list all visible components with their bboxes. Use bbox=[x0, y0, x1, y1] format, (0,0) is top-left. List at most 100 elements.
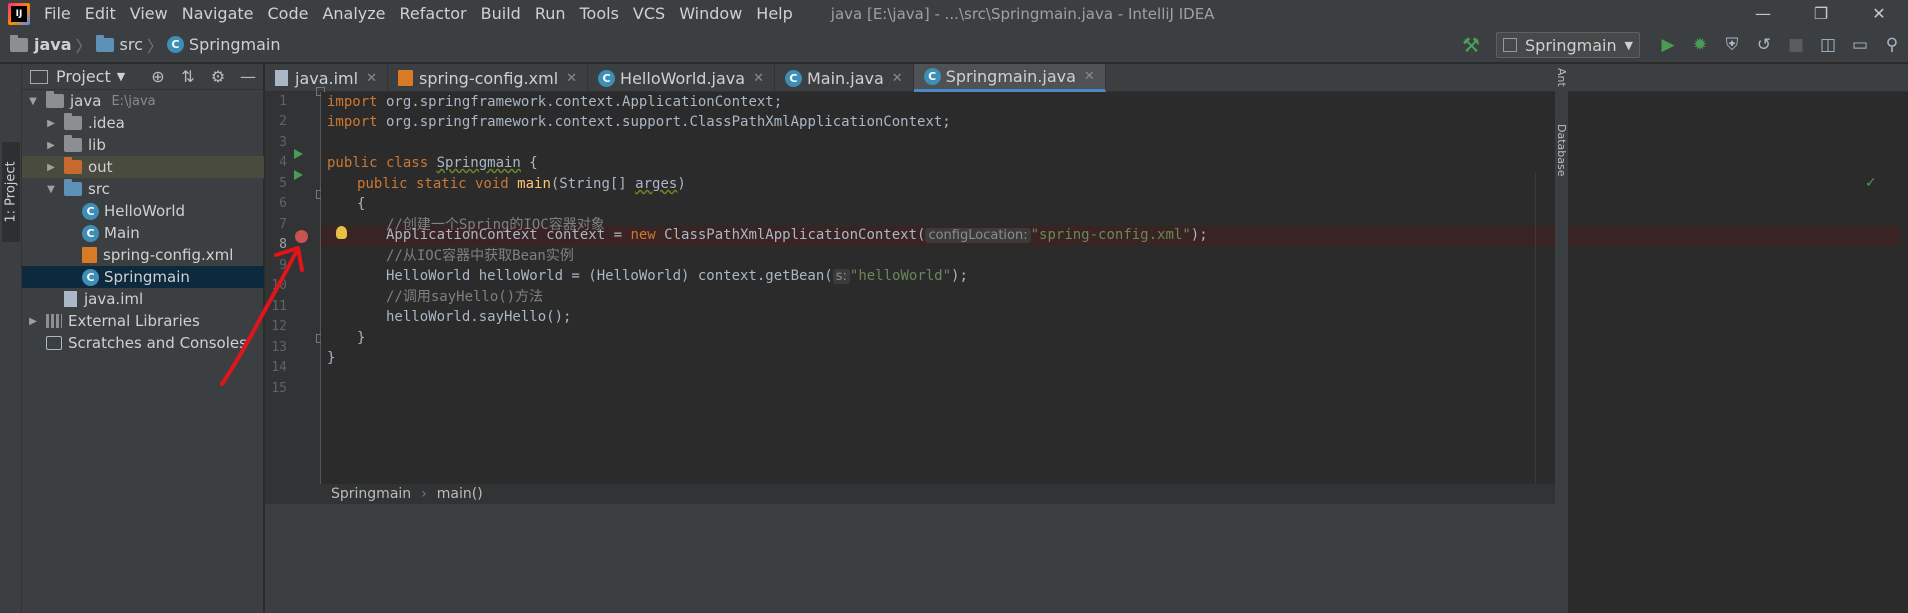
line-number: 10 bbox=[271, 278, 287, 293]
stop-icon[interactable]: ■ bbox=[1780, 35, 1812, 55]
profile-icon[interactable]: ↺ bbox=[1748, 35, 1780, 55]
menu-analyze[interactable]: Analyze bbox=[322, 4, 385, 23]
tree-item-springmain[interactable]: C Springmain bbox=[22, 266, 264, 288]
tab-java-iml[interactable]: java.iml ✕ bbox=[265, 64, 388, 92]
menu-code[interactable]: Code bbox=[268, 4, 309, 23]
tree-item-main[interactable]: C Main bbox=[22, 222, 264, 244]
restore-icon[interactable]: ❐ bbox=[1792, 0, 1850, 27]
code-token: import bbox=[327, 114, 378, 130]
chevron-down-icon[interactable]: ▼ bbox=[117, 70, 125, 83]
debug-bug-icon[interactable]: ✹ bbox=[1684, 35, 1716, 55]
menu-help[interactable]: Help bbox=[756, 4, 792, 23]
coverage-icon[interactable]: ⛨ bbox=[1716, 35, 1748, 55]
build-hammer-icon[interactable]: ⚒ bbox=[1462, 33, 1480, 57]
search-icon[interactable]: ⚲ bbox=[1876, 35, 1908, 55]
breadcrumb-method[interactable]: main() bbox=[437, 486, 483, 502]
collapsed-arrow-icon[interactable]: ▶ bbox=[26, 316, 40, 327]
gear-icon[interactable]: ⚙ bbox=[203, 67, 233, 86]
close-tab-icon[interactable]: ✕ bbox=[566, 71, 577, 86]
source-folder-icon bbox=[95, 34, 114, 52]
menu-refactor[interactable]: Refactor bbox=[400, 4, 467, 23]
hide-panel-icon[interactable]: — bbox=[233, 67, 263, 86]
code-line-11: //调用sayHello()方法 bbox=[386, 289, 544, 305]
locate-crosshair-icon[interactable]: ⊕ bbox=[143, 67, 173, 86]
run-configuration-select[interactable]: Springmain ▼ bbox=[1496, 32, 1640, 58]
ant-tool-tab[interactable]: Ant bbox=[1555, 68, 1568, 87]
presentation-icon[interactable]: ▭ bbox=[1844, 35, 1876, 55]
run-class-gutter-icon[interactable] bbox=[294, 149, 303, 159]
tree-item-src[interactable]: ▼ src bbox=[22, 178, 264, 200]
menu-run[interactable]: Run bbox=[535, 4, 566, 23]
code-token: Springmain bbox=[436, 155, 521, 171]
menu-view[interactable]: View bbox=[130, 4, 168, 23]
tree-item-label: java bbox=[70, 92, 102, 110]
config-icon bbox=[1503, 38, 1517, 52]
code-line-12: helloWorld.sayHello(); bbox=[386, 309, 572, 325]
tree-item-spring-config[interactable]: spring-config.xml bbox=[22, 244, 264, 266]
collapsed-arrow-icon[interactable]: ▶ bbox=[44, 162, 58, 173]
project-structure-icon[interactable]: ◫ bbox=[1812, 35, 1844, 55]
nav-crumb-class[interactable]: C Springmain bbox=[166, 35, 281, 54]
menu-tools[interactable]: Tools bbox=[580, 4, 619, 23]
menu-edit[interactable]: Edit bbox=[85, 4, 116, 23]
tree-item-scratches[interactable]: Scratches and Consoles bbox=[22, 332, 264, 354]
nav-crumb-src[interactable]: src 〉 bbox=[95, 33, 167, 57]
close-tab-icon[interactable]: ✕ bbox=[366, 71, 377, 86]
tree-item-idea[interactable]: ▶ .idea bbox=[22, 112, 264, 134]
tab-helloworld[interactable]: C HelloWorld.java ✕ bbox=[588, 64, 775, 92]
tree-item-out[interactable]: ▶ out bbox=[22, 156, 264, 178]
tree-item-label: .idea bbox=[88, 114, 125, 132]
tab-label: HelloWorld.java bbox=[620, 68, 746, 88]
tree-item-label: java.iml bbox=[84, 290, 144, 308]
run-main-gutter-icon[interactable] bbox=[294, 170, 303, 180]
nav-crumb-project[interactable]: java 〉 bbox=[10, 33, 96, 57]
collapsed-arrow-icon[interactable]: ▶ bbox=[44, 140, 58, 151]
code-token: ApplicationContext context = bbox=[386, 227, 631, 243]
window-title: java [E:\java] - ...\src\Springmain.java… bbox=[830, 4, 1215, 23]
menu-navigate[interactable]: Navigate bbox=[182, 4, 254, 23]
class-icon: C bbox=[82, 224, 99, 242]
line-number: 8 bbox=[279, 237, 287, 252]
collapse-all-icon[interactable]: ⇅ bbox=[173, 67, 203, 86]
collapsed-arrow-icon[interactable]: ▶ bbox=[44, 118, 58, 129]
expanded-arrow-icon[interactable]: ▼ bbox=[26, 96, 40, 107]
run-icon[interactable]: ▶ bbox=[1652, 35, 1684, 55]
minimize-icon[interactable]: — bbox=[1734, 0, 1792, 27]
project-tool-tab[interactable]: 1: Project bbox=[2, 142, 20, 242]
close-tab-icon[interactable]: ✕ bbox=[1084, 69, 1095, 84]
intention-lightbulb-icon[interactable] bbox=[336, 226, 347, 239]
breadcrumb-class[interactable]: Springmain bbox=[331, 486, 411, 502]
line-number: 7 bbox=[279, 217, 287, 232]
tree-item-helloworld[interactable]: C HelloWorld bbox=[22, 200, 264, 222]
tree-item-label: External Libraries bbox=[68, 312, 200, 330]
tree-item-path: E:\java bbox=[111, 93, 156, 109]
tree-item-external-libraries[interactable]: ▶ External Libraries bbox=[22, 310, 264, 332]
close-tab-icon[interactable]: ✕ bbox=[753, 71, 764, 86]
tree-item-lib[interactable]: ▶ lib bbox=[22, 134, 264, 156]
chevron-right-icon: 〉 bbox=[75, 36, 92, 56]
line-number: 4 bbox=[279, 155, 287, 170]
project-view-selector[interactable]: Project bbox=[56, 67, 111, 86]
tree-item-label: out bbox=[88, 158, 113, 176]
menu-vcs[interactable]: VCS bbox=[633, 4, 665, 23]
tree-item-java-iml[interactable]: java.iml bbox=[22, 288, 264, 310]
code-line-1: import org.springframework.context.Appli… bbox=[327, 92, 782, 112]
code-token: "helloWorld" bbox=[849, 268, 952, 284]
menu-file[interactable]: File bbox=[44, 4, 71, 23]
close-tab-icon[interactable]: ✕ bbox=[892, 71, 903, 86]
close-icon[interactable]: ✕ bbox=[1850, 0, 1908, 27]
expanded-arrow-icon[interactable]: ▼ bbox=[44, 184, 58, 195]
breakpoint-icon[interactable] bbox=[295, 230, 308, 243]
tab-spring-config[interactable]: spring-config.xml ✕ bbox=[388, 64, 589, 92]
menu-window[interactable]: Window bbox=[679, 4, 742, 23]
window-controls: — ❐ ✕ bbox=[1734, 0, 1908, 27]
inspection-ok-icon[interactable]: ✓ bbox=[1865, 175, 1877, 191]
database-tool-tab[interactable]: Database bbox=[1555, 124, 1568, 177]
tab-springmain[interactable]: C Springmain.java ✕ bbox=[913, 64, 1106, 92]
code-token: org.springframework.context.ApplicationC… bbox=[377, 94, 783, 110]
menu-build[interactable]: Build bbox=[481, 4, 521, 23]
executable-class-icon: C bbox=[923, 68, 941, 85]
tree-item-java[interactable]: ▼ java E:\java bbox=[22, 90, 264, 112]
project-tool-tab-label: 1: Project bbox=[3, 161, 19, 223]
tab-main[interactable]: C Main.java ✕ bbox=[775, 64, 914, 92]
